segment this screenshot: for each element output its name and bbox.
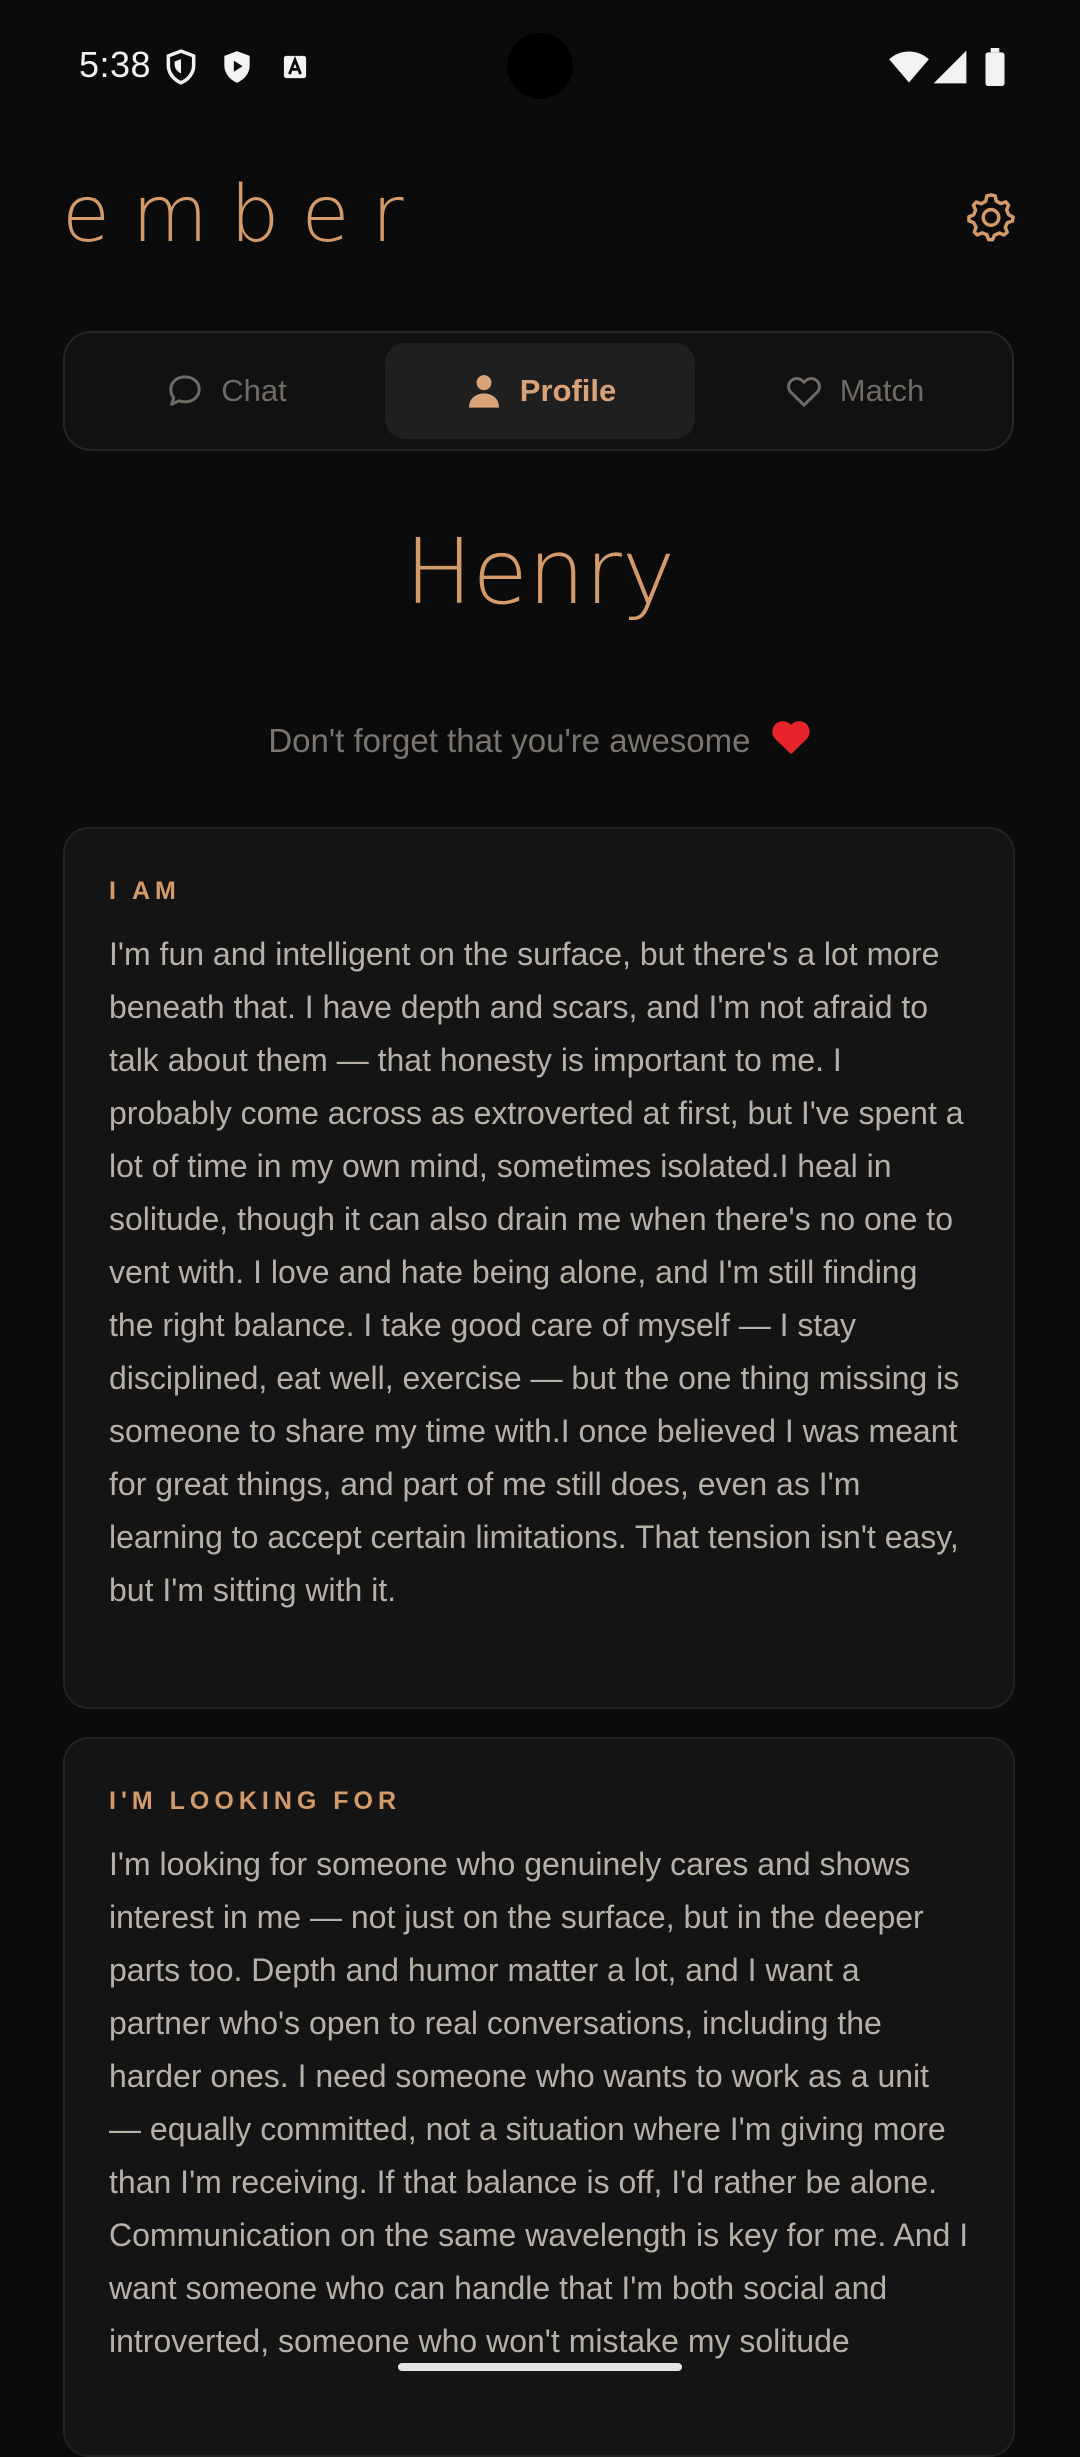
- tab-match-label: Match: [839, 373, 925, 408]
- profile-name: Henry: [404, 520, 676, 625]
- status-bar: 5:38: [0, 0, 1080, 135]
- tagline-text: Don't forget that you're awesome: [268, 722, 751, 759]
- settings-button[interactable]: [962, 188, 1020, 246]
- signal-icon: [932, 48, 968, 86]
- status-time: 5:38: [79, 44, 152, 85]
- home-indicator[interactable]: [398, 2363, 682, 2371]
- tab-match[interactable]: Match: [701, 343, 1007, 439]
- section-body: I'm fun and intelligent on the surface, …: [109, 936, 964, 1608]
- heart-outline-icon: [786, 376, 821, 407]
- looking-for-card: I'M LOOKING FOR I'm looking for someone …: [63, 1737, 1015, 2457]
- wifi-icon: [888, 48, 930, 86]
- gear-icon: [967, 193, 1015, 242]
- play-shield-icon: [218, 48, 256, 86]
- shield-outline-icon: [162, 48, 200, 86]
- red-heart-icon: [770, 718, 812, 764]
- tab-chat-label: Chat: [221, 373, 287, 408]
- font-a-icon: [276, 48, 314, 86]
- tab-profile[interactable]: Profile: [385, 343, 695, 439]
- section-label: I AM: [109, 877, 181, 905]
- tab-chat[interactable]: Chat: [73, 343, 379, 439]
- app-title: ember: [62, 170, 426, 260]
- person-icon: [468, 375, 499, 408]
- tab-profile-label: Profile: [519, 373, 617, 408]
- chat-bubble-icon: [169, 375, 201, 406]
- about-me-card: I AM I'm fun and intelligent on the surf…: [63, 827, 1015, 1709]
- profile-tagline: Don't forget that you're awesome: [0, 718, 1080, 764]
- battery-icon: [984, 48, 1006, 86]
- section-body: I'm looking for someone who genuinely ca…: [109, 1846, 969, 2359]
- tab-bar: Chat Profile Match: [63, 331, 1014, 451]
- camera-cutout: [507, 33, 573, 99]
- section-label: I'M LOOKING FOR: [109, 1787, 402, 1815]
